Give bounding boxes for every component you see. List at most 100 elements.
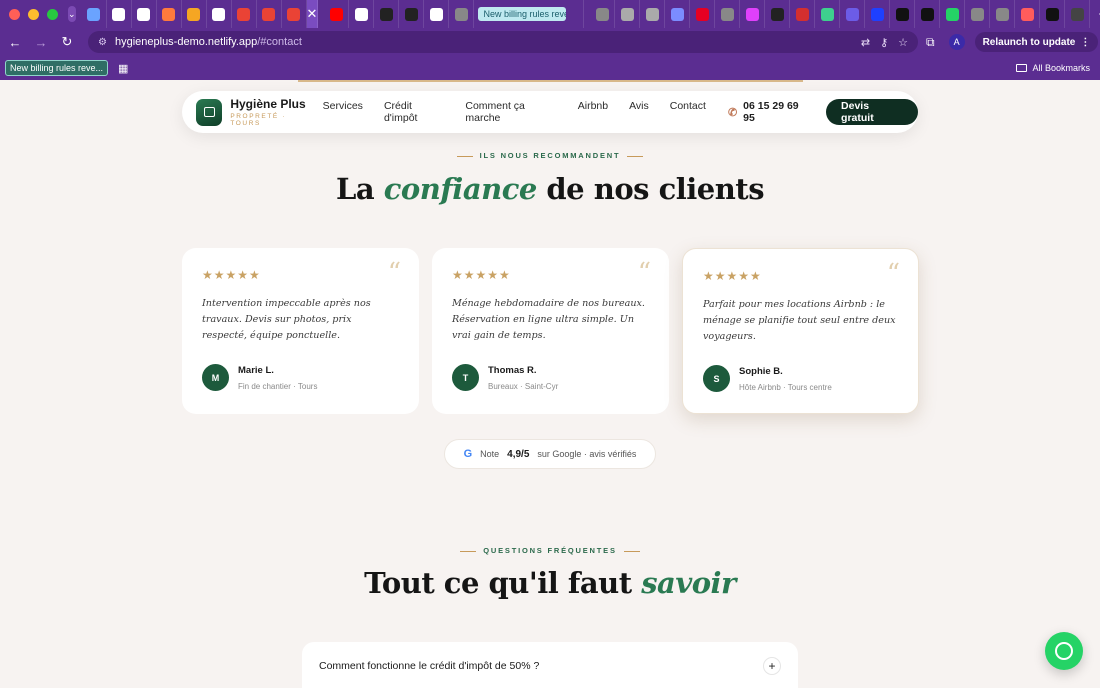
tab[interactable] <box>665 0 691 28</box>
tab[interactable] <box>790 0 816 28</box>
tab[interactable] <box>1040 0 1066 28</box>
brand-name: Hygiène Plus <box>230 97 306 111</box>
tab-favicon-icon <box>795 7 809 21</box>
nav-link-how-it-works[interactable]: Comment ça marche <box>465 100 556 124</box>
review-author: S Sophie B. Hôte Airbnb · Tours centre <box>703 365 898 392</box>
google-rating-badge[interactable]: G Note 4,9/5 sur Google · avis vérifiés <box>444 439 656 469</box>
tab[interactable] <box>940 0 966 28</box>
tab[interactable] <box>615 0 641 28</box>
avatar: M <box>202 364 229 391</box>
address-bar[interactable]: ⚙ hygieneplus-demo.netlify.app/#contact … <box>88 31 918 53</box>
faq-question: Comment fonctionne le crédit d'impôt de … <box>319 660 540 672</box>
tab[interactable] <box>765 0 791 28</box>
bookmark-item[interactable]: New billing rules reve... <box>5 60 109 76</box>
quote-icon: “ <box>637 258 651 288</box>
brand[interactable]: Hygiène Plus PROPRETÉ · TOURS <box>230 97 317 127</box>
nav-link-credit[interactable]: Crédit d'impôt <box>384 100 444 124</box>
site-settings-icon[interactable]: ⚙ <box>98 37 107 48</box>
tab[interactable] <box>257 0 282 28</box>
tab[interactable] <box>1065 0 1091 28</box>
plus-icon[interactable]: + <box>763 657 781 675</box>
faq-item[interactable]: Comment fonctionne le crédit d'impôt de … <box>302 642 798 688</box>
nav-link-airbnb[interactable]: Airbnb <box>578 100 608 124</box>
tab[interactable] <box>157 0 182 28</box>
tab[interactable] <box>107 0 132 28</box>
free-quote-button[interactable]: Devis gratuit <box>826 99 919 125</box>
url-path: /#contact <box>257 36 302 48</box>
tab[interactable] <box>865 0 891 28</box>
all-bookmarks-button[interactable]: All Bookmarks <box>1016 63 1090 73</box>
minimize-window-button[interactable] <box>28 8 39 20</box>
tab[interactable] <box>740 0 766 28</box>
nav-link-contact[interactable]: Contact <box>670 100 706 124</box>
logo-basket-icon[interactable] <box>196 98 223 126</box>
tab-favicon-icon <box>595 7 609 21</box>
tab[interactable] <box>324 0 350 28</box>
tab[interactable] <box>349 0 375 28</box>
phone-link[interactable]: ✆ 06 15 29 69 95 <box>728 100 811 124</box>
apps-grid-icon[interactable]: ▦ <box>118 62 128 75</box>
password-key-icon[interactable]: ⚷ <box>880 36 888 49</box>
tab[interactable] <box>207 0 232 28</box>
tab[interactable] <box>915 0 941 28</box>
nav-link-reviews[interactable]: Avis <box>629 100 649 124</box>
relaunch-button[interactable]: Relaunch to update ⋮ <box>974 32 1099 52</box>
tab-favicon-icon <box>1045 7 1059 21</box>
tab[interactable] <box>1015 0 1041 28</box>
rating-label: Note <box>480 449 500 459</box>
scroll-progress-bar <box>298 80 803 82</box>
bookmark-star-icon[interactable]: ☆ <box>898 36 908 49</box>
close-window-button[interactable] <box>9 8 20 20</box>
close-tab-icon[interactable]: ✕ <box>306 0 319 28</box>
omnibox-actions: ⇄ ⚷ ☆ <box>861 36 918 49</box>
tab[interactable] <box>82 0 107 28</box>
tab-favicon-icon <box>895 7 909 21</box>
tab[interactable] <box>424 0 450 28</box>
tab-favicon-icon <box>137 7 151 21</box>
avatar: S <box>703 365 730 392</box>
tab[interactable] <box>815 0 841 28</box>
extensions-puzzle-icon[interactable]: ⧉ <box>926 35 935 50</box>
tab[interactable] <box>640 0 666 28</box>
tab[interactable] <box>132 0 157 28</box>
tab[interactable] <box>890 0 916 28</box>
tab-favicon-icon <box>995 7 1009 21</box>
tab[interactable] <box>232 0 257 28</box>
tab-favicon-icon <box>287 7 301 21</box>
tab-favicon-icon <box>670 7 684 21</box>
tab[interactable] <box>690 0 716 28</box>
tab-favicon-icon <box>720 7 734 21</box>
tab[interactable] <box>282 0 307 28</box>
tab-active-billing[interactable]: New billing rules reve... <box>474 0 585 28</box>
tabs-left <box>82 0 307 28</box>
site-navbar: Hygiène Plus PROPRETÉ · TOURS Services C… <box>182 91 919 133</box>
whatsapp-button[interactable] <box>1045 632 1083 670</box>
tab[interactable] <box>990 0 1016 28</box>
tab[interactable] <box>374 0 400 28</box>
tab[interactable] <box>965 0 991 28</box>
testimonial-card: ★★★★★ “ Intervention impeccable après no… <box>182 248 419 414</box>
maximize-window-button[interactable] <box>47 8 58 20</box>
tab[interactable] <box>399 0 425 28</box>
google-icon: G <box>463 448 473 460</box>
nav-link-services[interactable]: Services <box>323 100 363 124</box>
tab[interactable] <box>182 0 207 28</box>
forward-arrow-icon[interactable]: → <box>30 35 52 50</box>
back-arrow-icon[interactable]: ← <box>4 35 26 50</box>
relaunch-label: Relaunch to update <box>982 36 1076 48</box>
tab[interactable] <box>840 0 866 28</box>
profile-avatar[interactable]: A <box>948 34 965 50</box>
testimonial-card: ★★★★★ “ Parfait pour mes locations Airbn… <box>682 248 919 414</box>
tab[interactable] <box>449 0 475 28</box>
tab-favicon-icon <box>620 7 634 21</box>
all-bookmarks-label: All Bookmarks <box>1032 63 1090 73</box>
tab-favicon-icon <box>770 7 784 21</box>
tab[interactable] <box>590 0 616 28</box>
tab-favicon-icon <box>187 7 201 21</box>
tab[interactable] <box>715 0 741 28</box>
reload-icon[interactable]: ↻ <box>56 34 78 50</box>
author-meta: Fin de chantier · Tours <box>238 381 318 391</box>
translate-icon[interactable]: ⇄ <box>861 36 870 49</box>
testimonial-card: ★★★★★ “ Ménage hebdomadaire de nos burea… <box>432 248 669 414</box>
tab-search-chevron-icon[interactable]: ⌄ <box>68 6 76 22</box>
